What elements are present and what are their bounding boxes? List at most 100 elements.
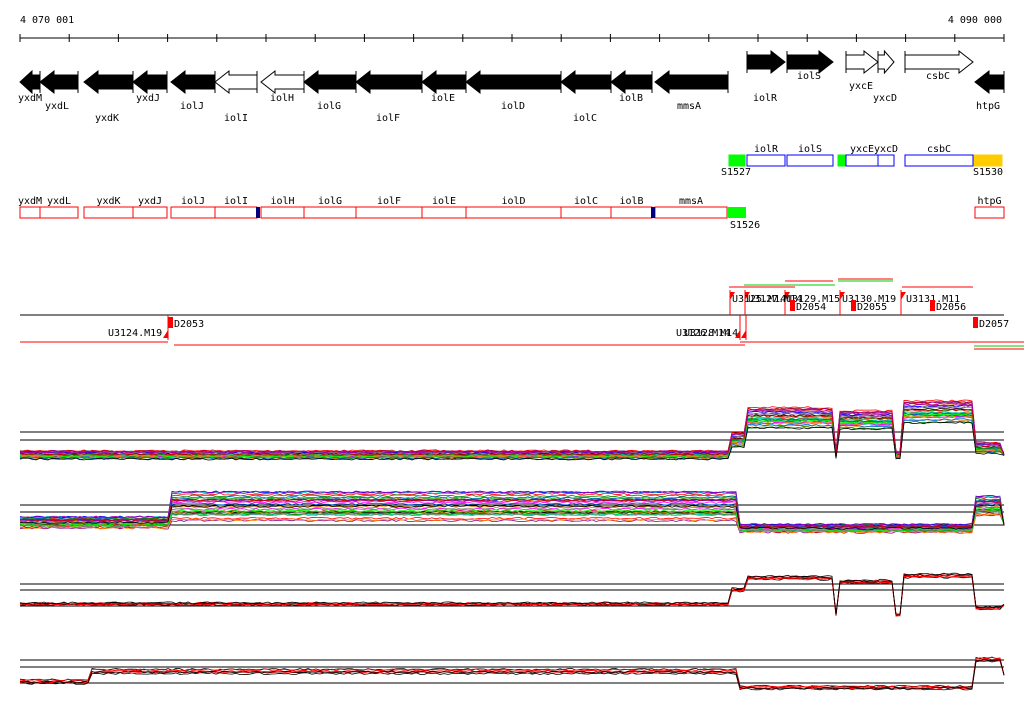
gene-arrow[interactable] xyxy=(421,69,467,95)
operon-box-label: iolS xyxy=(798,144,822,155)
operon-box-label: yxcD xyxy=(874,144,898,155)
gene-iolH[interactable]: iolH xyxy=(260,69,305,104)
operon-box[interactable] xyxy=(837,154,847,167)
operon-box[interactable] xyxy=(421,206,467,219)
gene-label: csbC xyxy=(926,71,950,82)
gene-arrow[interactable] xyxy=(654,69,729,95)
operon-box[interactable] xyxy=(973,154,1003,167)
operon-box[interactable] xyxy=(786,154,834,167)
operon-box[interactable] xyxy=(728,154,746,167)
downshift-label[interactable]: D2055 xyxy=(857,302,887,313)
site-box[interactable] xyxy=(727,207,746,218)
gene-iolE[interactable]: iolE xyxy=(421,69,467,104)
gene-iolD[interactable]: iolD xyxy=(465,69,562,112)
gene-iolB[interactable]: iolB xyxy=(610,69,653,104)
operon-box-label: iolE xyxy=(432,196,456,207)
operon-box-label: iolH xyxy=(270,196,294,207)
operon-box-label: yxcE xyxy=(850,144,874,155)
gene-arrow[interactable] xyxy=(303,69,357,95)
gene-arrow[interactable] xyxy=(845,49,879,75)
gene-iolS[interactable]: iolS xyxy=(786,49,834,82)
operon-box-label: iolB xyxy=(619,196,643,207)
gene-arrow[interactable] xyxy=(260,69,305,95)
operon-box[interactable] xyxy=(746,154,786,167)
gene-label: yxcD xyxy=(873,93,897,104)
site-label: S1527 xyxy=(721,167,751,178)
gene-label: iolH xyxy=(270,93,294,104)
operon-box[interactable] xyxy=(132,206,168,219)
operon-box[interactable] xyxy=(974,206,1005,219)
gene-yxdK[interactable]: yxdK xyxy=(83,69,134,124)
operon-box[interactable] xyxy=(654,206,728,219)
operon-box[interactable] xyxy=(39,206,79,219)
ruler-start-label: 4 070 001 xyxy=(20,15,74,26)
gene-arrow[interactable] xyxy=(974,69,1005,95)
operon-box[interactable] xyxy=(610,206,653,219)
operon-box[interactable] xyxy=(845,154,879,167)
gene-label: yxdM xyxy=(18,93,42,104)
gene-arrow[interactable] xyxy=(83,69,134,95)
expression-trace xyxy=(19,573,1005,616)
gene-yxcE[interactable]: yxcE xyxy=(845,49,879,92)
gene-arrow[interactable] xyxy=(19,69,41,95)
expression-trace xyxy=(19,572,1005,615)
gene-label: iolC xyxy=(573,113,597,124)
gene-yxcD[interactable]: yxcD xyxy=(873,49,897,104)
operon-box[interactable] xyxy=(19,206,41,219)
gene-iolG[interactable]: iolG xyxy=(303,69,357,112)
gene-arrow[interactable] xyxy=(355,69,423,95)
gene-arrow[interactable] xyxy=(560,69,612,95)
downshift-label[interactable]: D2053 xyxy=(174,319,204,330)
expression-profiles xyxy=(19,399,1005,691)
gene-csbC[interactable]: csbC xyxy=(904,49,974,82)
transcript-label[interactable]: U3128.M14 xyxy=(684,328,738,339)
operon-box[interactable] xyxy=(303,206,357,219)
gene-label: iolE xyxy=(431,93,455,104)
gene-yxdJ[interactable]: yxdJ xyxy=(132,69,168,104)
gene-arrow[interactable] xyxy=(786,49,834,75)
gene-iolF[interactable]: iolF xyxy=(355,69,423,124)
operon-box-label: iolD xyxy=(501,196,525,207)
gene-iolC[interactable]: iolC xyxy=(560,69,612,124)
operon-box[interactable] xyxy=(465,206,562,219)
gene-label: iolF xyxy=(376,113,400,124)
gene-arrow[interactable] xyxy=(170,69,216,95)
operon-box-label: yxdK xyxy=(96,196,120,207)
downshift-label[interactable]: D2056 xyxy=(936,302,966,313)
operon-box[interactable] xyxy=(214,206,258,219)
gene-label: iolR xyxy=(753,93,778,104)
operon-box[interactable] xyxy=(560,206,612,219)
gene-arrow[interactable] xyxy=(39,69,79,95)
gene-label: mmsA xyxy=(677,101,701,112)
gene-arrow[interactable] xyxy=(904,49,974,75)
operon-box[interactable] xyxy=(170,206,216,219)
gene-mmsA[interactable]: mmsA xyxy=(654,69,729,112)
gene-yxdL[interactable]: yxdL xyxy=(39,69,79,112)
gene-arrow[interactable] xyxy=(132,69,168,95)
gene-yxdM[interactable]: yxdM xyxy=(18,69,42,104)
operon-box-label: mmsA xyxy=(679,196,703,207)
gene-arrow[interactable] xyxy=(746,49,786,75)
gene-iolR[interactable]: iolR xyxy=(746,49,786,104)
expression-trace xyxy=(19,400,1005,456)
downshift-label[interactable]: D2054 xyxy=(796,302,826,313)
gene-arrow[interactable] xyxy=(610,69,653,95)
transcript-label[interactable]: U3124.M19 xyxy=(108,328,162,339)
operon-box-label: iolR xyxy=(754,144,779,155)
operon-box-label: csbC xyxy=(927,144,951,155)
gene-iolJ[interactable]: iolJ xyxy=(170,69,216,112)
operon-box-label: yxdJ xyxy=(138,196,162,207)
gene-htpG[interactable]: htpG xyxy=(974,69,1005,112)
operon-box[interactable] xyxy=(877,154,895,167)
gene-arrow[interactable] xyxy=(214,69,258,95)
operon-box[interactable] xyxy=(355,206,423,219)
downshift-label[interactable]: D2057 xyxy=(979,319,1009,330)
transcript-track: U3125.M14U3127.M14U3129.M15 U3130.M19 U313… xyxy=(20,278,1024,350)
gene-track: yxdMyxdL yxdK yxdJ iolJ iolI iolH iolG iolF iolE… xyxy=(18,49,1005,124)
gene-arrow[interactable] xyxy=(877,49,895,75)
gene-arrow[interactable] xyxy=(465,69,562,95)
operon-box[interactable] xyxy=(904,154,974,167)
gene-iolI[interactable]: iolI xyxy=(214,69,258,124)
operon-box[interactable] xyxy=(260,206,305,219)
operon-box[interactable] xyxy=(83,206,134,219)
